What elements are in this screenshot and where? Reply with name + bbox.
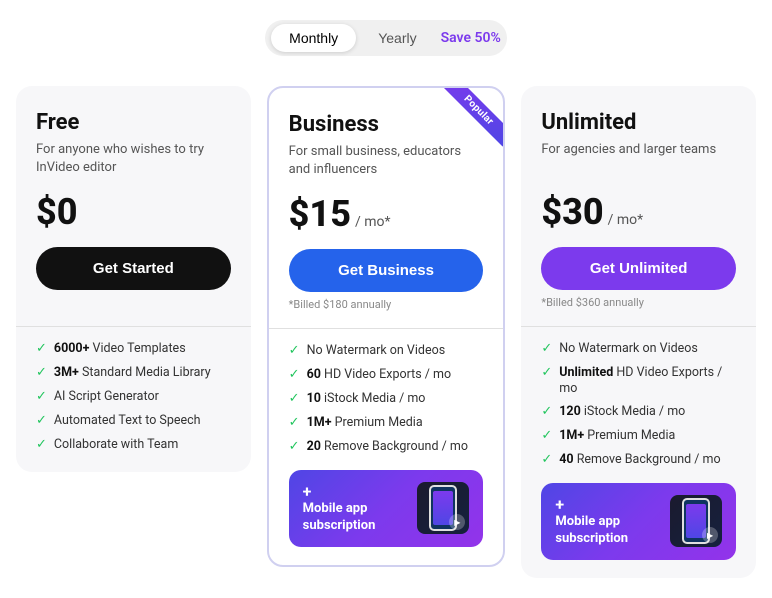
unlimited-divider <box>521 326 756 327</box>
monthly-toggle[interactable]: Monthly <box>271 24 356 52</box>
check-icon: ✓ <box>36 413 47 430</box>
unlimited-features-list: ✓No Watermark on Videos ✓Unlimited HD Vi… <box>541 341 736 469</box>
play-icon: ▶ <box>449 514 465 530</box>
business-divider <box>269 328 504 329</box>
list-item: ✓1M+ Premium Media <box>289 415 484 432</box>
yearly-toggle[interactable]: Yearly <box>360 24 434 52</box>
check-icon: ✓ <box>289 391 300 408</box>
free-billed-note <box>36 296 231 312</box>
check-icon: ✓ <box>289 367 300 384</box>
check-icon: ✓ <box>36 389 47 406</box>
unlimited-mobile-banner[interactable]: + Mobile app subscription ▶ <box>541 483 736 560</box>
mobile-app-image: ▶ <box>417 482 469 534</box>
unlimited-price-suffix: / mo* <box>608 212 644 228</box>
check-icon: ✓ <box>289 439 300 456</box>
business-get-button[interactable]: Get Business <box>289 249 484 292</box>
unlimited-plan-card: Unlimited For agencies and larger teams … <box>521 86 756 578</box>
check-icon: ✓ <box>541 341 552 358</box>
mobile-banner-title: Mobile app subscription <box>555 514 662 548</box>
unlimited-billed-note: *Billed $360 annually <box>541 296 736 312</box>
free-divider <box>16 326 251 327</box>
list-item: ✓40 Remove Background / mo <box>541 452 736 469</box>
check-icon: ✓ <box>289 343 300 360</box>
business-price-suffix: / mo* <box>355 214 391 230</box>
billing-toggle: Monthly Yearly Save 50% <box>265 20 507 56</box>
list-item: ✓6000+ Video Templates <box>36 341 231 358</box>
popular-ribbon: Popular <box>443 88 504 147</box>
list-item: ✓10 iStock Media / mo <box>289 391 484 408</box>
list-item: ✓Automated Text to Speech <box>36 413 231 430</box>
free-plan-card: Free For anyone who wishes to try InVide… <box>16 86 251 472</box>
mobile-app-image: ▶ <box>670 495 722 547</box>
unlimited-plan-name: Unlimited <box>541 110 736 135</box>
check-icon: ✓ <box>289 415 300 432</box>
check-icon: ✓ <box>541 404 552 421</box>
list-item: ✓AI Script Generator <box>36 389 231 406</box>
unlimited-price-value: $30 <box>541 191 603 233</box>
free-plan-name: Free <box>36 110 231 135</box>
check-icon: ✓ <box>541 452 552 469</box>
list-item: ✓120 iStock Media / mo <box>541 404 736 421</box>
popular-corner: Popular <box>431 88 503 160</box>
business-plan-card: Popular Business For small business, edu… <box>267 86 506 567</box>
list-item: ✓60 HD Video Exports / mo <box>289 367 484 384</box>
plus-icon: + <box>555 495 662 514</box>
unlimited-mobile-banner-text: + Mobile app subscription <box>555 495 662 548</box>
check-icon: ✓ <box>36 341 47 358</box>
play-icon: ▶ <box>702 527 718 543</box>
free-plan-desc: For anyone who wishes to try InVideo edi… <box>36 141 231 177</box>
business-features-list: ✓No Watermark on Videos ✓60 HD Video Exp… <box>289 343 484 455</box>
business-mobile-banner-text: + Mobile app subscription <box>303 482 410 535</box>
check-icon: ✓ <box>541 428 552 445</box>
free-price-value: $0 <box>36 191 78 233</box>
list-item: ✓20 Remove Background / mo <box>289 439 484 456</box>
plus-icon: + <box>303 482 410 501</box>
list-item: ✓No Watermark on Videos <box>541 341 736 358</box>
list-item: ✓No Watermark on Videos <box>289 343 484 360</box>
check-icon: ✓ <box>541 365 552 382</box>
list-item: ✓Unlimited HD Video Exports / mo <box>541 365 736 398</box>
mobile-banner-title: Mobile app subscription <box>303 501 410 535</box>
pricing-cards: Free For anyone who wishes to try InVide… <box>16 86 756 578</box>
free-plan-price: $0 <box>36 191 231 233</box>
list-item: ✓3M+ Standard Media Library <box>36 365 231 382</box>
free-features-list: ✓6000+ Video Templates ✓3M+ Standard Med… <box>36 341 231 453</box>
business-billed-note: *Billed $180 annually <box>289 298 484 314</box>
save-badge: Save 50% <box>441 30 501 46</box>
unlimited-plan-desc: For agencies and larger teams <box>541 141 736 177</box>
check-icon: ✓ <box>36 365 47 382</box>
unlimited-plan-price: $30 / mo* <box>541 191 736 233</box>
unlimited-get-button[interactable]: Get Unlimited <box>541 247 736 290</box>
business-mobile-banner[interactable]: + Mobile app subscription ▶ <box>289 470 484 547</box>
business-price-value: $15 <box>289 193 351 235</box>
free-get-started-button[interactable]: Get Started <box>36 247 231 290</box>
check-icon: ✓ <box>36 437 47 454</box>
business-plan-price: $15 / mo* <box>289 193 484 235</box>
list-item: ✓1M+ Premium Media <box>541 428 736 445</box>
list-item: ✓Collaborate with Team <box>36 437 231 454</box>
